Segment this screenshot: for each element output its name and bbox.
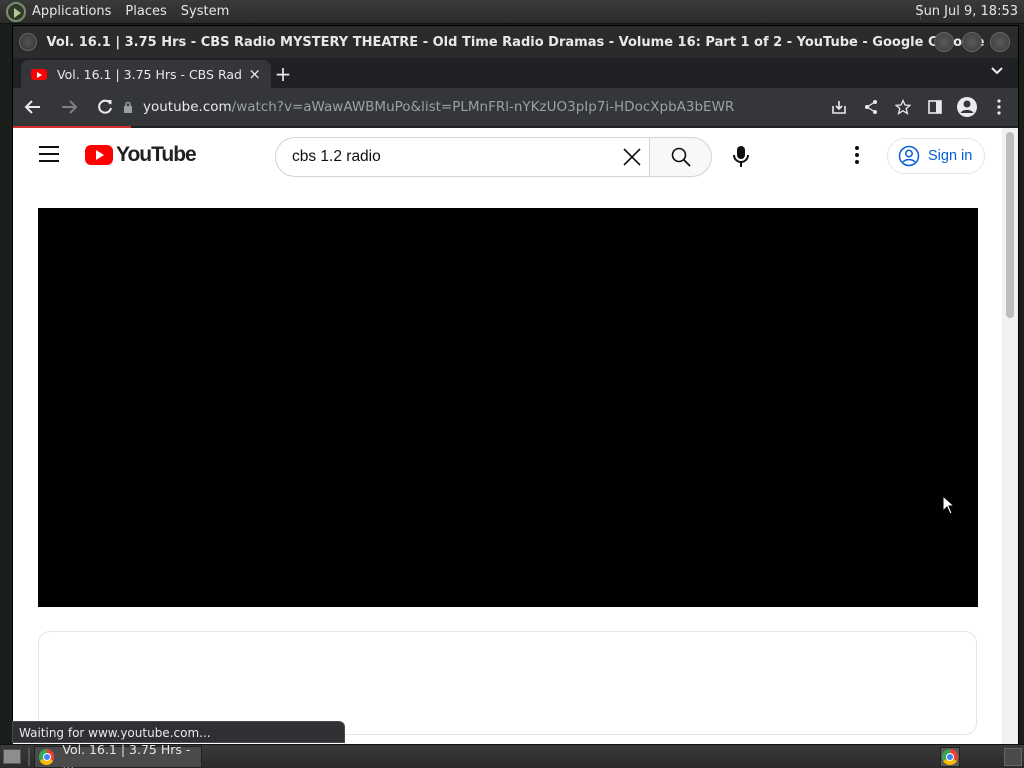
video-info-panel xyxy=(38,631,977,735)
clock[interactable]: Sun Jul 9, 18:53 xyxy=(915,4,1018,19)
search-input[interactable]: cbs 1.2 radio xyxy=(275,137,649,177)
reload-button[interactable] xyxy=(89,91,121,123)
window-menu-button[interactable] xyxy=(19,33,37,51)
reload-icon xyxy=(98,99,112,114)
clear-icon[interactable] xyxy=(621,146,643,168)
share-button[interactable] xyxy=(858,93,884,121)
menu-places[interactable]: Places xyxy=(125,4,166,19)
bottom-panel: Vol. 16.1 | 3.75 Hrs - ... xyxy=(0,742,1024,768)
address-bar[interactable]: youtube.com/watch?v=aWawAWBMuPo&list=PLM… xyxy=(123,93,873,121)
taskbar-separator xyxy=(28,748,30,766)
show-desktop-button[interactable] xyxy=(3,749,21,764)
menu-system[interactable]: System xyxy=(181,4,229,19)
menu-applications[interactable]: Applications xyxy=(32,4,111,19)
close-window-button[interactable] xyxy=(990,32,1010,52)
window-title: Vol. 16.1 | 3.75 Hrs - CBS Radio MYSTERY… xyxy=(46,34,985,50)
kebab-icon xyxy=(997,99,1001,115)
forward-button[interactable] xyxy=(53,91,85,123)
sign-in-label: Sign in xyxy=(928,148,973,164)
profile-icon xyxy=(957,97,977,117)
top-panel: Applications Places System Sun Jul 9, 18… xyxy=(0,0,1024,24)
youtube-header: YouTube cbs 1.2 radio Sign in xyxy=(13,128,1004,184)
new-tab-button[interactable]: + xyxy=(273,62,293,86)
youtube-play-icon xyxy=(85,145,113,165)
chrome-icon xyxy=(942,749,958,765)
share-icon xyxy=(865,100,877,114)
tab-search-chevron-icon[interactable] xyxy=(990,64,1004,78)
side-panel-icon xyxy=(928,100,942,114)
status-bubble: Waiting for www.youtube.com... xyxy=(12,721,345,743)
account-icon xyxy=(898,145,920,167)
lock-icon[interactable] xyxy=(123,101,133,113)
tray-chrome-launcher[interactable] xyxy=(940,747,960,767)
search-query: cbs 1.2 radio xyxy=(292,148,381,165)
side-panel-button[interactable] xyxy=(922,93,948,121)
star-icon xyxy=(895,99,911,115)
youtube-page: YouTube cbs 1.2 radio Sign in xyxy=(13,128,1004,744)
hamburger-icon[interactable] xyxy=(39,146,59,162)
back-button[interactable] xyxy=(17,91,49,123)
chrome-icon xyxy=(39,749,55,765)
mouse-cursor-icon xyxy=(942,495,954,515)
taskbar-item-chrome[interactable]: Vol. 16.1 | 3.75 Hrs - ... xyxy=(34,742,202,768)
profile-button[interactable] xyxy=(954,93,980,121)
settings-kebab-icon[interactable] xyxy=(854,146,860,166)
bookmark-button[interactable] xyxy=(890,93,916,121)
distro-icon[interactable] xyxy=(6,1,26,22)
youtube-logo-text: YouTube xyxy=(116,143,197,166)
video-player[interactable] xyxy=(38,208,978,607)
install-icon xyxy=(832,101,846,114)
chrome-window: Vol. 16.1 | 3.75 Hrs - CBS Radio MYSTERY… xyxy=(12,25,1019,744)
window-controls xyxy=(934,32,1010,52)
sign-in-button[interactable]: Sign in xyxy=(887,138,985,174)
search-icon xyxy=(671,147,691,167)
taskbar-item-label: Vol. 16.1 | 3.75 Hrs - ... xyxy=(62,742,191,768)
back-icon xyxy=(24,100,40,114)
workspace-switcher[interactable] xyxy=(1004,748,1022,766)
search-button[interactable] xyxy=(649,137,712,177)
minimize-button[interactable] xyxy=(934,32,954,52)
tab-strip: Vol. 16.1 | 3.75 Hrs - CBS Radio × + xyxy=(13,58,1018,88)
tab-youtube[interactable]: Vol. 16.1 | 3.75 Hrs - CBS Radio × xyxy=(21,60,271,88)
forward-icon xyxy=(62,100,78,114)
toolbar-actions xyxy=(826,93,1012,121)
maximize-button[interactable] xyxy=(962,32,982,52)
tab-close-button[interactable]: × xyxy=(248,65,261,83)
url-path: /watch?v=aWawAWBMuPo&list=PLMnFRl-nYKzUO… xyxy=(231,99,735,115)
tab-title: Vol. 16.1 | 3.75 Hrs - CBS Radio xyxy=(57,66,243,82)
chrome-menu-button[interactable] xyxy=(986,93,1012,121)
page-scrollbar[interactable] xyxy=(1002,128,1018,744)
scrollbar-thumb[interactable] xyxy=(1006,132,1014,318)
youtube-logo[interactable]: YouTube xyxy=(85,143,197,167)
youtube-favicon xyxy=(31,68,47,80)
url-host: youtube.com xyxy=(143,99,232,115)
title-bar[interactable]: Vol. 16.1 | 3.75 Hrs - CBS Radio MYSTERY… xyxy=(13,26,1018,58)
browser-toolbar: youtube.com/watch?v=aWawAWBMuPo&list=PLM… xyxy=(13,88,1018,126)
mic-icon[interactable] xyxy=(729,144,753,170)
install-button[interactable] xyxy=(826,93,852,121)
